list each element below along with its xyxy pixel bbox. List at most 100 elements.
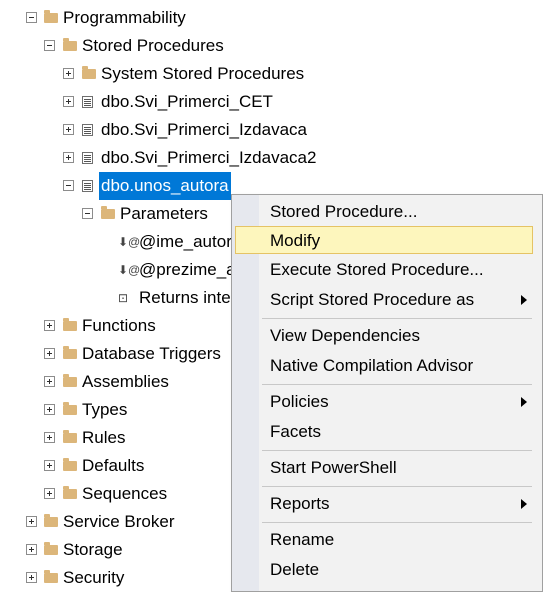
node-label: System Stored Procedures bbox=[101, 64, 305, 83]
menu-separator bbox=[262, 318, 532, 319]
node-label: Types bbox=[82, 400, 128, 419]
tree-node-proc-svi-primerci-izdavaca2[interactable]: dbo.Svi_Primerci_Izdavaca2 bbox=[0, 144, 340, 172]
expand-icon[interactable] bbox=[26, 572, 37, 583]
tree-node-types[interactable]: Types bbox=[0, 396, 231, 424]
collapse-icon[interactable] bbox=[26, 12, 37, 23]
menu-item-facets[interactable]: Facets bbox=[235, 418, 533, 446]
folder-icon bbox=[63, 346, 77, 359]
parameter-icon: ⬇@ bbox=[118, 263, 141, 277]
menu-item-view-dependencies[interactable]: View Dependencies bbox=[235, 322, 533, 350]
parameter-icon: ⬇@ bbox=[118, 235, 141, 249]
expand-icon[interactable] bbox=[26, 516, 37, 527]
menu-item-modify[interactable]: Modify bbox=[235, 226, 533, 254]
tree-node-param-ime-autora[interactable]: ⬇@ @ime_autor bbox=[0, 228, 232, 256]
expand-icon[interactable] bbox=[44, 404, 55, 415]
menu-item-label: Facets bbox=[270, 422, 322, 441]
folder-icon bbox=[101, 206, 115, 219]
tree-node-service-broker[interactable]: Service Broker bbox=[0, 508, 231, 536]
expand-icon[interactable] bbox=[63, 96, 74, 107]
stored-procedure-icon bbox=[82, 180, 93, 192]
expand-icon[interactable] bbox=[44, 460, 55, 471]
menu-item-stored-procedure[interactable]: Stored Procedure... bbox=[235, 198, 533, 226]
tree-node-sequences[interactable]: Sequences bbox=[0, 480, 231, 508]
submenu-arrow-icon bbox=[521, 295, 527, 305]
expand-icon[interactable] bbox=[26, 544, 37, 555]
menu-item-delete[interactable]: Delete bbox=[235, 556, 533, 584]
node-label-selected: dbo.unos_autora bbox=[99, 172, 231, 200]
folder-icon bbox=[63, 486, 77, 499]
tree-node-storage[interactable]: Storage bbox=[0, 536, 231, 564]
tree-node-returns[interactable]: ⊡ Returns inte bbox=[0, 284, 231, 312]
folder-icon bbox=[63, 458, 77, 471]
menu-item-label: Start PowerShell bbox=[270, 458, 397, 477]
stored-procedure-icon bbox=[82, 124, 93, 136]
folder-icon bbox=[44, 10, 58, 23]
expand-icon[interactable] bbox=[44, 348, 55, 359]
menu-item-native-compilation-advisor[interactable]: Native Compilation Advisor bbox=[235, 352, 533, 380]
tree-node-defaults[interactable]: Defaults bbox=[0, 452, 231, 480]
node-label: @ime_autor bbox=[139, 232, 232, 251]
tree-node-system-stored-procedures[interactable]: System Stored Procedures bbox=[0, 60, 330, 88]
menu-separator bbox=[262, 522, 532, 523]
menu-item-reports[interactable]: Reports bbox=[235, 490, 533, 518]
node-label: Parameters bbox=[120, 204, 208, 223]
node-label: Functions bbox=[82, 316, 156, 335]
tree-node-param-prezime-autora[interactable]: ⬇@ @prezime_a bbox=[0, 256, 236, 284]
tree-node-proc-svi-primerci-izdavaca[interactable]: dbo.Svi_Primerci_Izdavaca bbox=[0, 116, 330, 144]
folder-icon bbox=[63, 38, 77, 51]
stored-procedure-icon bbox=[82, 96, 93, 108]
tree-node-proc-unos-autora[interactable]: dbo.unos_autora bbox=[0, 172, 240, 200]
menu-item-execute-stored-procedure[interactable]: Execute Stored Procedure... bbox=[235, 256, 533, 284]
node-label: Service Broker bbox=[63, 512, 175, 531]
menu-item-label: Rename bbox=[270, 530, 335, 549]
tree-node-stored-procedures[interactable]: Stored Procedures bbox=[0, 32, 240, 60]
menu-item-label: Delete bbox=[270, 560, 320, 579]
collapse-icon[interactable] bbox=[44, 40, 55, 51]
tree-node-programmability[interactable]: Programmability bbox=[0, 4, 230, 32]
expand-icon[interactable] bbox=[44, 376, 55, 387]
menu-item-start-powershell[interactable]: Start PowerShell bbox=[235, 454, 533, 482]
submenu-arrow-icon bbox=[521, 499, 527, 509]
menu-item-rename[interactable]: Rename bbox=[235, 526, 533, 554]
expand-icon[interactable] bbox=[63, 152, 74, 163]
collapse-icon[interactable] bbox=[63, 180, 74, 191]
folder-icon bbox=[63, 318, 77, 331]
menu-item-label: View Dependencies bbox=[270, 326, 420, 345]
returns-icon: ⊡ bbox=[118, 291, 129, 305]
node-label: @prezime_a bbox=[139, 260, 236, 279]
folder-icon bbox=[63, 430, 77, 443]
expand-icon[interactable] bbox=[44, 488, 55, 499]
expand-icon[interactable] bbox=[44, 320, 55, 331]
node-label: Returns inte bbox=[139, 288, 231, 307]
folder-icon bbox=[63, 402, 77, 415]
folder-icon bbox=[44, 514, 58, 527]
tree-node-proc-svi-primerci-cet[interactable]: dbo.Svi_Primerci_CET bbox=[0, 88, 300, 116]
node-label: dbo.Svi_Primerci_CET bbox=[101, 92, 273, 111]
expand-icon[interactable] bbox=[63, 124, 74, 135]
node-label: dbo.Svi_Primerci_Izdavaca bbox=[101, 120, 307, 139]
menu-item-policies[interactable]: Policies bbox=[235, 388, 533, 416]
tree-node-rules[interactable]: Rules bbox=[0, 424, 231, 452]
menu-item-label: Policies bbox=[270, 392, 329, 411]
tree-node-database-triggers[interactable]: Database Triggers bbox=[0, 340, 231, 368]
tree-node-parameters[interactable]: Parameters bbox=[0, 200, 231, 228]
menu-separator bbox=[262, 384, 532, 385]
folder-icon bbox=[63, 374, 77, 387]
menu-item-script-as[interactable]: Script Stored Procedure as bbox=[235, 286, 533, 314]
tree-node-security[interactable]: Security bbox=[0, 564, 231, 592]
tree-node-functions[interactable]: Functions bbox=[0, 312, 231, 340]
node-label: dbo.Svi_Primerci_Izdavaca2 bbox=[101, 148, 317, 167]
collapse-icon[interactable] bbox=[82, 208, 93, 219]
expand-icon[interactable] bbox=[44, 432, 55, 443]
node-label: Sequences bbox=[82, 484, 168, 503]
context-menu: Stored Procedure... Modify Execute Store… bbox=[231, 194, 543, 592]
menu-separator bbox=[262, 486, 532, 487]
node-label: Database Triggers bbox=[82, 344, 221, 363]
node-label: Defaults bbox=[82, 456, 145, 475]
node-label: Storage bbox=[63, 540, 123, 559]
menu-item-label: Reports bbox=[270, 494, 330, 513]
node-label: Assemblies bbox=[82, 372, 169, 391]
expand-icon[interactable] bbox=[63, 68, 74, 79]
node-label: Security bbox=[63, 568, 125, 587]
tree-node-assemblies[interactable]: Assemblies bbox=[0, 368, 231, 396]
